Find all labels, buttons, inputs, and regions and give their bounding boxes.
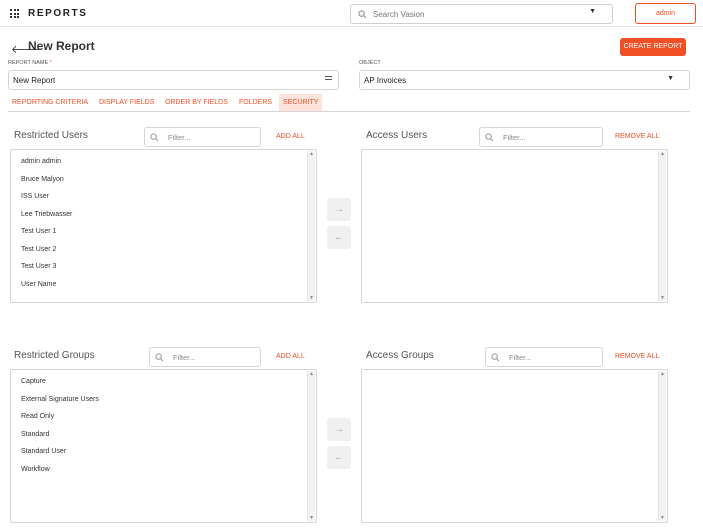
list-item[interactable]: Workflow [21, 466, 50, 473]
list-item[interactable]: Standard [21, 431, 49, 438]
report-tabs: REPORTING CRITERIA DISPLAY FIELDS ORDER … [8, 94, 690, 112]
access-groups-filter-input[interactable]: Filter... [485, 347, 603, 367]
restricted-groups-title: Restricted Groups [14, 350, 95, 361]
move-groups-right-button[interactable]: → [327, 418, 351, 441]
top-bar: REPORTS Search Vasion ▼ admin [0, 0, 703, 27]
search-icon [491, 353, 500, 362]
object-label: OBJECT [359, 60, 381, 66]
tab-reporting-criteria[interactable]: REPORTING CRITERIA [8, 94, 92, 111]
filter-placeholder: Filter... [509, 353, 532, 362]
restricted-users-filter-input[interactable]: Filter... [144, 127, 261, 147]
tab-security[interactable]: SECURITY [279, 94, 323, 111]
list-item[interactable]: External Signature Users [21, 396, 99, 403]
list-item[interactable]: Test User 2 [21, 246, 56, 253]
list-item[interactable]: Test User 3 [21, 263, 56, 270]
search-icon [155, 353, 164, 362]
chevron-down-icon: ▼ [667, 75, 674, 82]
filter-placeholder: Filter... [168, 133, 191, 142]
app-brand: REPORTS [28, 8, 88, 19]
add-all-users-button[interactable]: ADD ALL [276, 133, 305, 140]
access-users-filter-input[interactable]: Filter... [479, 127, 603, 147]
restricted-groups-list[interactable]: Capture External Signature Users Read On… [10, 369, 317, 523]
list-item[interactable]: Bruce Malyon [21, 176, 64, 183]
scroll-down-icon[interactable]: ▼ [308, 515, 315, 521]
tab-order-by-fields[interactable]: ORDER BY FIELDS [161, 94, 232, 111]
create-report-button[interactable]: CREATE REPORT [620, 38, 686, 56]
move-groups-left-button[interactable]: ← [327, 446, 351, 469]
scrollbar[interactable]: ▲ ▼ [307, 151, 315, 301]
scroll-up-icon[interactable]: ▲ [659, 151, 666, 157]
restricted-users-list[interactable]: admin admin Bruce Malyon ISS User Lee Tr… [10, 149, 317, 303]
scrollbar[interactable]: ▲ ▼ [307, 371, 315, 521]
scroll-down-icon[interactable]: ▼ [308, 295, 315, 301]
access-groups-list[interactable]: ▲ ▼ [361, 369, 668, 523]
move-users-left-button[interactable]: ← [327, 226, 351, 249]
list-item[interactable]: Lee Triebwasser [21, 211, 72, 218]
arrow-right-icon: → [334, 204, 344, 215]
arrow-right-icon: → [334, 424, 344, 435]
scroll-up-icon[interactable]: ▲ [308, 151, 315, 157]
user-menu-button[interactable]: admin [635, 3, 696, 24]
scrollbar[interactable]: ▲ ▼ [658, 371, 666, 521]
search-placeholder: Search Vasion [373, 10, 425, 19]
filter-placeholder: Filter... [173, 353, 196, 362]
list-item[interactable]: User Name [21, 281, 56, 288]
move-users-right-button[interactable]: → [327, 198, 351, 221]
scroll-down-icon[interactable]: ▼ [659, 295, 666, 301]
scrollbar[interactable]: ▲ ▼ [658, 151, 666, 301]
chevron-down-icon[interactable]: ▼ [589, 8, 596, 15]
list-item[interactable]: Standard User [21, 448, 66, 455]
remove-all-groups-button[interactable]: REMOVE ALL [615, 353, 659, 360]
report-name-value: New Report [13, 76, 56, 85]
scroll-down-icon[interactable]: ▼ [659, 515, 666, 521]
list-item[interactable]: Read Only [21, 413, 54, 420]
access-groups-title: Access Groups [366, 350, 434, 361]
app-grid-icon[interactable] [10, 9, 19, 18]
list-item[interactable]: admin admin [21, 158, 61, 165]
list-icon [325, 76, 332, 83]
remove-all-users-button[interactable]: REMOVE ALL [615, 133, 659, 140]
object-value: AP Invoices [364, 76, 407, 85]
scroll-up-icon[interactable]: ▲ [308, 371, 315, 377]
tab-folders[interactable]: FOLDERS [235, 94, 276, 111]
list-item[interactable]: Capture [21, 378, 46, 385]
search-icon [150, 133, 159, 142]
page-title: New Report [28, 39, 95, 53]
restricted-users-title: Restricted Users [14, 130, 88, 141]
report-name-label: REPORT NAME * [8, 60, 52, 66]
filter-placeholder: Filter... [503, 133, 526, 142]
global-search-input[interactable]: Search Vasion ▼ [350, 4, 613, 24]
report-name-field[interactable]: New Report [8, 70, 339, 90]
arrow-left-icon: ← [334, 232, 344, 243]
access-users-title: Access Users [366, 130, 428, 141]
list-item[interactable]: ISS User [21, 193, 49, 200]
search-icon [358, 10, 367, 19]
object-select[interactable]: AP Invoices ▼ [359, 70, 690, 90]
arrow-left-icon: ← [334, 452, 344, 463]
access-users-list[interactable]: ▲ ▼ [361, 149, 668, 303]
add-all-groups-button[interactable]: ADD ALL [276, 353, 305, 360]
scroll-up-icon[interactable]: ▲ [659, 371, 666, 377]
list-item[interactable]: Test User 1 [21, 228, 56, 235]
search-icon [485, 133, 494, 142]
tab-display-fields[interactable]: DISPLAY FIELDS [95, 94, 158, 111]
restricted-groups-filter-input[interactable]: Filter... [149, 347, 261, 367]
